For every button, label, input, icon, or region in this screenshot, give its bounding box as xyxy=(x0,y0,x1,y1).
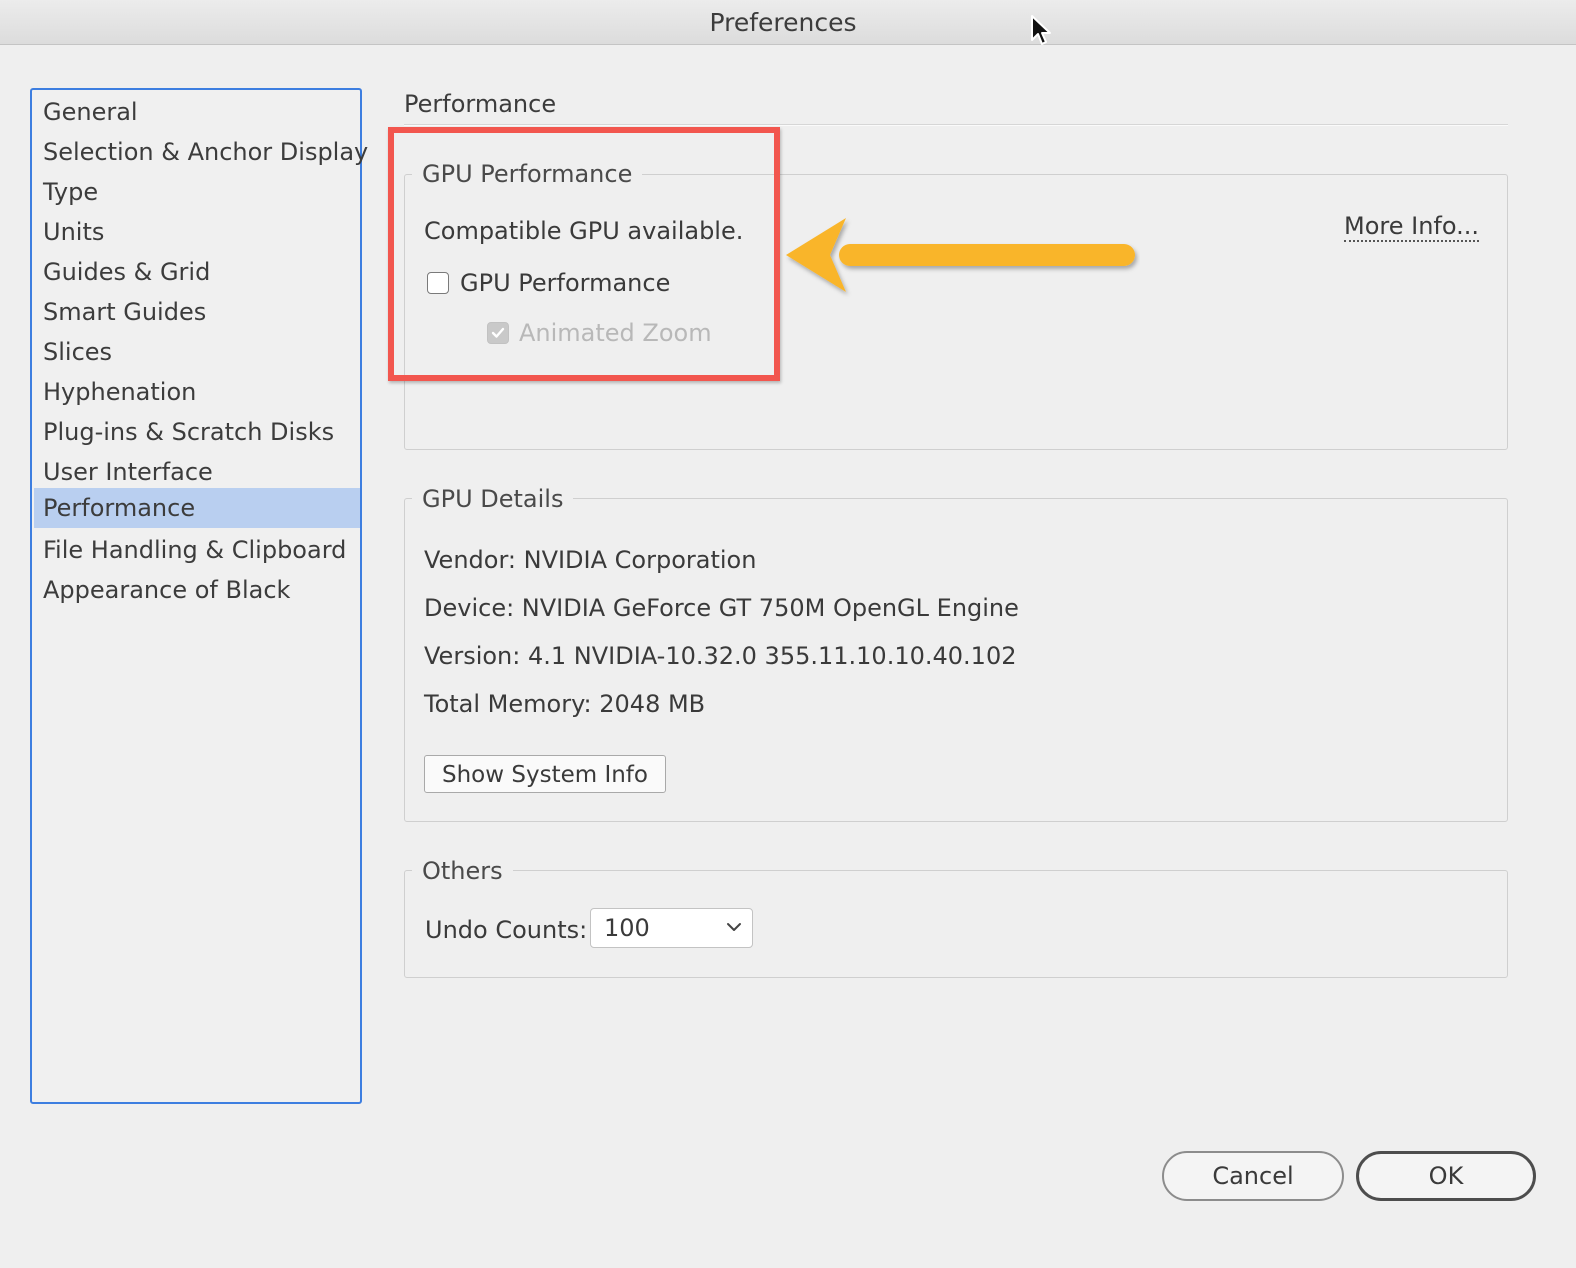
page-title: Performance xyxy=(404,90,557,118)
more-info-link[interactable]: More Info... xyxy=(1344,212,1480,242)
gpu-memory-text: Total Memory: 2048 MB xyxy=(424,690,706,718)
title-bar[interactable]: Preferences xyxy=(0,0,1576,45)
sidebar-item-selection-anchor-display[interactable]: Selection & Anchor Display xyxy=(34,132,368,172)
gpu-details-group-title: GPU Details xyxy=(412,485,574,513)
undo-counts-label: Undo Counts: xyxy=(425,916,588,944)
sidebar-item-type[interactable]: Type xyxy=(34,172,360,212)
sidebar-item-guides-grid[interactable]: Guides & Grid xyxy=(34,252,360,292)
sidebar-item-appearance-of-black[interactable]: Appearance of Black xyxy=(34,570,360,610)
undo-counts-value: 100 xyxy=(604,914,650,942)
gpu-device-text: Device: NVIDIA GeForce GT 750M OpenGL En… xyxy=(424,594,1019,622)
sidebar-item-general[interactable]: General xyxy=(34,92,360,132)
annotation-highlight-box xyxy=(388,127,780,381)
gpu-vendor-text: Vendor: NVIDIA Corporation xyxy=(424,546,757,574)
window-title: Preferences xyxy=(709,8,857,37)
annotation-arrow-icon xyxy=(780,210,1140,304)
preferences-dialog: Preferences General Selection & Anchor D… xyxy=(0,0,1576,1268)
show-system-info-button[interactable]: Show System Info xyxy=(424,755,666,793)
cancel-button[interactable]: Cancel xyxy=(1162,1151,1344,1201)
heading-divider xyxy=(404,124,1508,126)
sidebar-item-units[interactable]: Units xyxy=(34,212,360,252)
sidebar-item-slices[interactable]: Slices xyxy=(34,332,360,372)
preferences-category-list[interactable]: General Selection & Anchor Display Type … xyxy=(30,88,368,1104)
sidebar-item-smart-guides[interactable]: Smart Guides xyxy=(34,292,360,332)
chevron-down-icon xyxy=(727,923,741,931)
sidebar-item-hyphenation[interactable]: Hyphenation xyxy=(34,372,360,412)
sidebar-item-user-interface[interactable]: User Interface xyxy=(34,452,360,492)
undo-counts-select[interactable]: 100 xyxy=(590,908,753,948)
gpu-version-text: Version: 4.1 NVIDIA-10.32.0 355.11.10.10… xyxy=(424,642,1017,670)
sidebar-item-file-handling-clipboard[interactable]: File Handling & Clipboard xyxy=(34,530,360,570)
sidebar-item-plugins-scratch-disks[interactable]: Plug-ins & Scratch Disks xyxy=(34,412,360,452)
mouse-cursor-icon xyxy=(1030,14,1052,52)
ok-button[interactable]: OK xyxy=(1356,1151,1536,1201)
sidebar-item-performance[interactable]: Performance xyxy=(34,488,360,528)
others-group-title: Others xyxy=(412,857,513,885)
